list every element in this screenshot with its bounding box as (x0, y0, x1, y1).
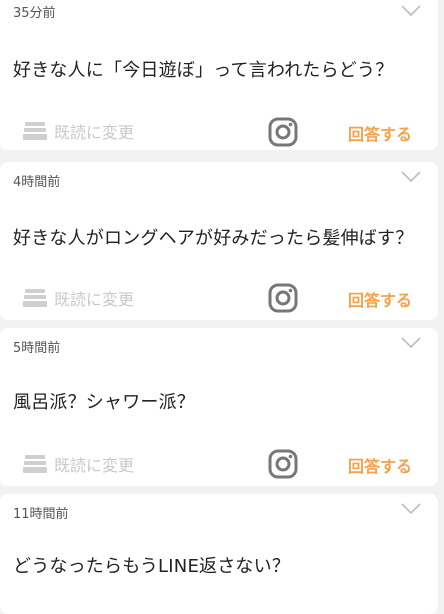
question-text[interactable]: 風呂派？シャワー派？ (13, 388, 195, 414)
question-card[interactable]: 5時間前 風呂派？シャワー派？ 既読に変更 回答する (0, 328, 438, 486)
tray-stack-icon (23, 289, 47, 307)
answer-button[interactable]: 回答する (348, 287, 412, 311)
instagram-icon[interactable] (268, 449, 298, 479)
question-card[interactable]: 11時間前 どうなったらもうLINE返さない？ (0, 494, 438, 614)
mark-read-button[interactable]: 既読に変更 (22, 452, 134, 476)
instagram-icon[interactable] (268, 283, 298, 313)
chevron-down-icon[interactable] (400, 336, 422, 350)
question-card[interactable]: 35分前 好きな人に「今日遊ぼ」って言われたらどう？ 既読に変更 回答する (0, 0, 438, 150)
instagram-icon[interactable] (268, 117, 298, 147)
question-text[interactable]: 好きな人に「今日遊ぼ」って言われたらどう？ (13, 56, 393, 82)
mark-read-button[interactable]: 既読に変更 (22, 286, 134, 310)
question-text[interactable]: どうなったらもうLINE返さない？ (13, 552, 290, 578)
post-time: 4時間前 (13, 175, 61, 190)
post-time: 5時間前 (13, 341, 61, 356)
mark-read-label: 既読に変更 (54, 290, 135, 309)
question-card[interactable]: 4時間前 好きな人がロングヘアが好みだったら髪伸ばす？ 既読に変更 回答する (0, 162, 438, 320)
chevron-down-icon[interactable] (400, 170, 422, 184)
mark-read-label: 既読に変更 (54, 123, 135, 142)
mark-read-label: 既読に変更 (54, 456, 135, 475)
question-text[interactable]: 好きな人がロングヘアが好みだったら髪伸ばす？ (13, 224, 413, 250)
mark-read-button[interactable]: 既読に変更 (22, 119, 134, 143)
answer-button[interactable]: 回答する (348, 453, 412, 477)
chevron-down-icon[interactable] (400, 502, 422, 516)
tray-stack-icon (23, 455, 47, 473)
answer-button[interactable]: 回答する (348, 121, 412, 145)
post-time: 11時間前 (13, 507, 69, 522)
post-time: 35分前 (13, 6, 56, 21)
question-feed: 35分前 好きな人に「今日遊ぼ」って言われたらどう？ 既読に変更 回答する 4時… (0, 0, 444, 614)
chevron-down-icon[interactable] (400, 4, 422, 18)
tray-stack-icon (23, 122, 47, 140)
